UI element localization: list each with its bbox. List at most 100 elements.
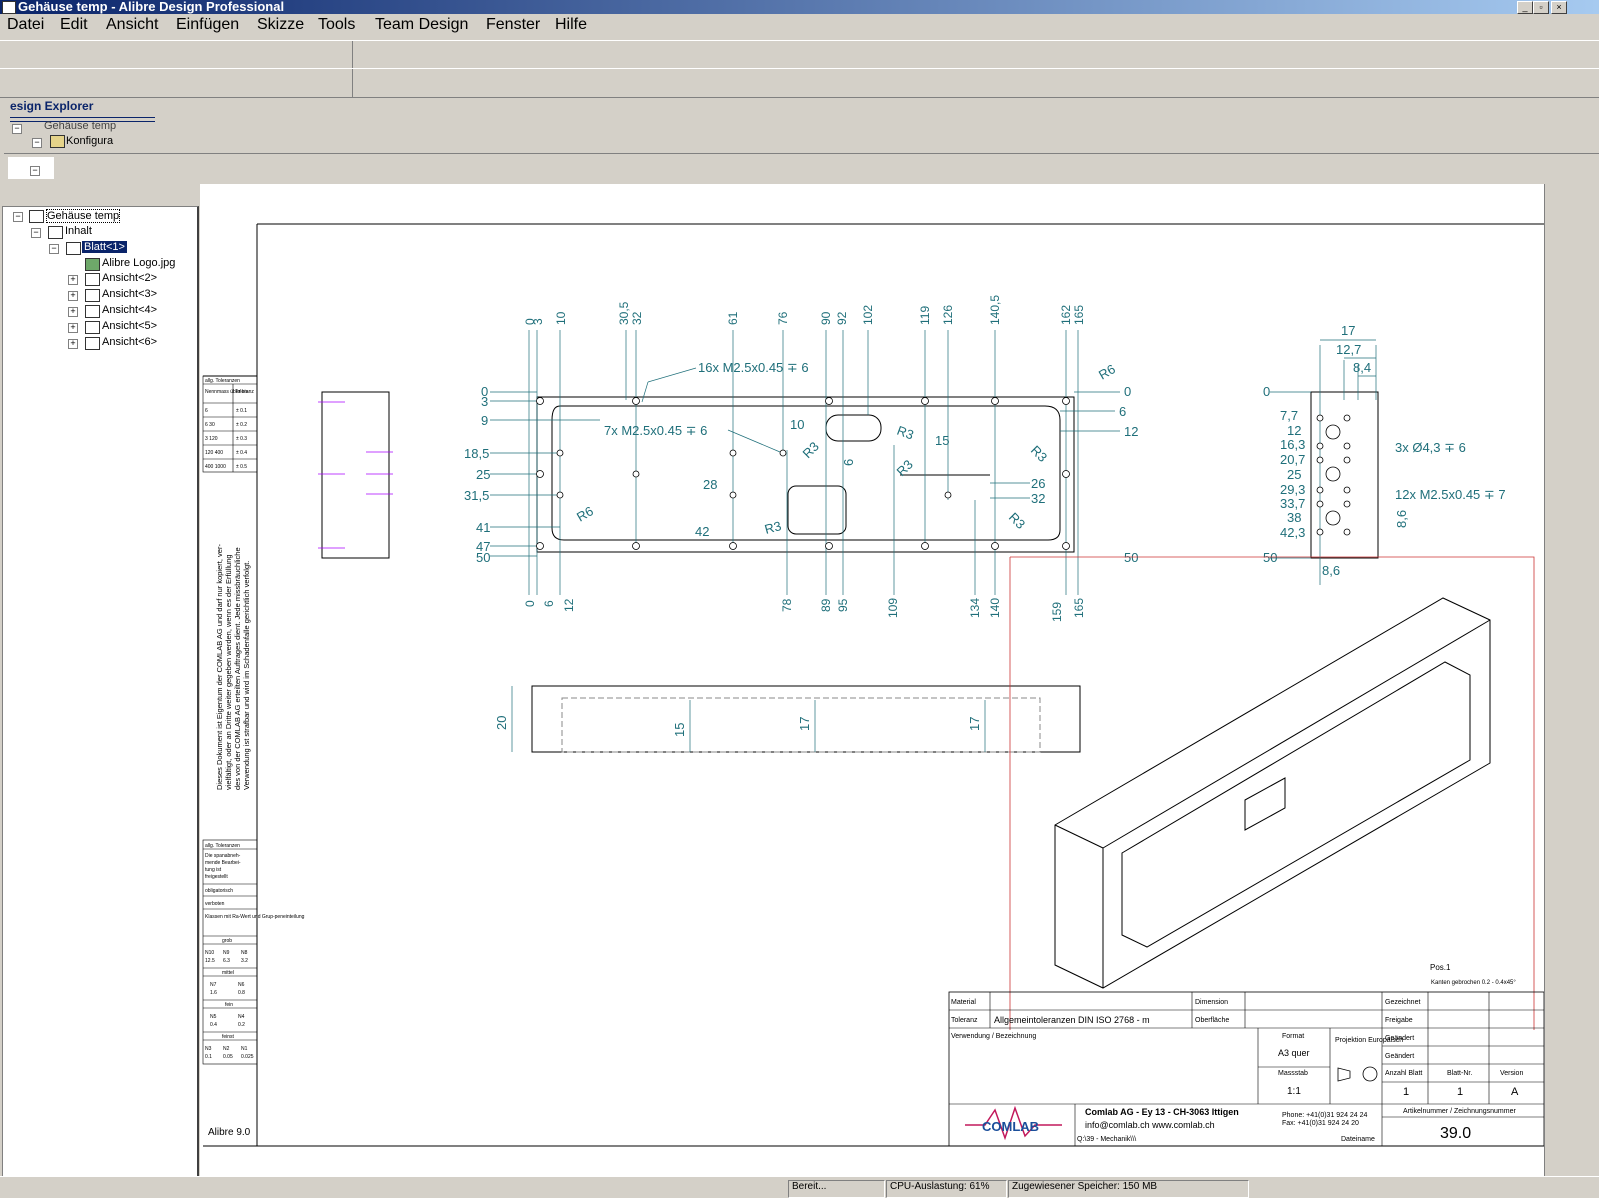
vertical-scrollbar[interactable] xyxy=(1544,184,1567,1176)
tb-format-val: A3 quer xyxy=(1278,1048,1310,1058)
surface-g4-av: 0.1 xyxy=(205,1054,212,1060)
expand-view-4[interactable]: + xyxy=(68,307,78,317)
dim-right-0: 0 xyxy=(1124,384,1131,399)
dim-top-76: 76 xyxy=(776,311,790,325)
surface-g3-a: N5 xyxy=(210,1014,217,1020)
projection-symbol-icon xyxy=(1362,1066,1378,1082)
tb-geaendert-1: Geändert xyxy=(1385,1035,1414,1042)
surface-g1-av: 12.5 xyxy=(205,958,215,964)
surface-g4-bv: 0.05 xyxy=(223,1054,233,1060)
mini-config-label[interactable]: Konfigura xyxy=(66,135,113,147)
mini-panel: − xyxy=(8,157,54,179)
dim-top-90: 90 xyxy=(819,311,833,325)
menu-edit[interactable]: Edit xyxy=(60,16,88,34)
view-icon xyxy=(85,305,100,318)
radius-r3-6: R3 xyxy=(763,518,783,537)
expand-root[interactable]: − xyxy=(13,212,23,222)
side-dim-8-6-v: 8,6 xyxy=(1394,510,1409,528)
radius-r3-3: R3 xyxy=(894,457,916,479)
menu-datei[interactable]: Datei xyxy=(7,16,44,34)
drawing-sheet: allg. Toleranzen Nennmass über bis Toler… xyxy=(202,223,1545,1147)
side-dim-29-3: 29,3 xyxy=(1280,482,1305,497)
side-dim-8-4: 8,4 xyxy=(1353,360,1371,375)
surface-g1-bv: 6.3 xyxy=(223,958,230,964)
dim-slot-10: 10 xyxy=(790,417,804,432)
drawing-canvas[interactable]: allg. Toleranzen Nennmass über bis Toler… xyxy=(200,184,1545,1176)
front-dim-15: 15 xyxy=(672,723,687,737)
tb-artikel: Artikelnummer / Zeichnungsnummer xyxy=(1403,1108,1516,1115)
menu-team-design[interactable]: Team Design xyxy=(375,16,468,34)
tree-content[interactable]: Inhalt xyxy=(65,225,92,237)
dim-left-50: 50 xyxy=(476,550,490,565)
tol-row-5-range: 400 1000 xyxy=(205,464,226,470)
tree-view-3[interactable]: Ansicht<3> xyxy=(102,288,157,300)
menu-einfuegen[interactable]: Einfügen xyxy=(176,16,239,34)
mini-root-label[interactable]: Gehäuse temp xyxy=(44,120,116,132)
minimize-button[interactable]: _ xyxy=(1517,1,1533,14)
mini-expand-root[interactable]: − xyxy=(12,124,22,134)
expand-view-2[interactable]: + xyxy=(68,275,78,285)
side-dim-12-7: 12,7 xyxy=(1336,342,1361,357)
tol-row-4-val: ± 0.4 xyxy=(236,450,247,456)
dim-bot-78: 78 xyxy=(780,598,794,612)
disclaimer-line-3: des von der COMLAB AG erteilten Auftrage… xyxy=(233,547,242,790)
tree-view-6[interactable]: Ansicht<6> xyxy=(102,336,157,348)
tb-path: Q:\39 - Mechanik\\\ xyxy=(1077,1136,1136,1143)
tb-email: info@comlab.ch www.comlab.ch xyxy=(1085,1120,1215,1130)
mini-expand-config[interactable]: − xyxy=(32,138,42,148)
surface-title: allg. Toleranzen xyxy=(205,843,240,849)
dim-top-61: 61 xyxy=(726,311,740,325)
tol-row-2-range: 6 30 xyxy=(205,422,215,428)
surface-g1: grob xyxy=(222,938,232,944)
expand-sheet[interactable]: − xyxy=(49,244,59,254)
tree-view-5[interactable]: Ansicht<5> xyxy=(102,320,157,332)
front-dim-17-a: 17 xyxy=(797,717,812,731)
menu-skizze[interactable]: Skizze xyxy=(257,16,304,34)
tb-geaendert-2: Geändert xyxy=(1385,1053,1414,1060)
tb-version: Version xyxy=(1500,1070,1523,1077)
sheet-icon xyxy=(66,242,81,255)
surface-g1-a: N10 xyxy=(205,950,214,956)
dim-42: 42 xyxy=(695,524,709,539)
tree-root[interactable]: Gehäuse temp xyxy=(46,209,121,223)
status-bar: Bereit... CPU-Auslastung: 61% Zugewiesen… xyxy=(0,1176,1599,1198)
tree-sheet[interactable]: Blatt<1> xyxy=(82,241,127,253)
dim-right-26: 26 xyxy=(1031,476,1045,491)
expand-content[interactable]: − xyxy=(31,228,41,238)
dim-top-126: 126 xyxy=(941,305,955,325)
menu-fenster[interactable]: Fenster xyxy=(486,16,540,34)
dim-28: 28 xyxy=(703,477,717,492)
tree-logo[interactable]: Alibre Logo.jpg xyxy=(102,257,175,269)
toolbar-row-2 xyxy=(0,68,1599,98)
side-dim-0: 0 xyxy=(1263,384,1270,399)
tol-row-1-range: 6 xyxy=(205,408,208,414)
tb-blatt: Blatt-Nr. xyxy=(1447,1070,1472,1077)
projection-cone-icon xyxy=(1337,1067,1351,1082)
mini-expand-2[interactable]: − xyxy=(30,166,40,176)
expand-view-5[interactable]: + xyxy=(68,323,78,333)
status-cpu: CPU-Auslastung: 61% xyxy=(886,1180,1007,1198)
tb-dimension: Dimension xyxy=(1195,999,1228,1006)
dim-left-9: 9 xyxy=(481,413,488,428)
dim-left-31-5: 31,5 xyxy=(464,488,489,503)
tree-view-4[interactable]: Ansicht<4> xyxy=(102,304,157,316)
app-icon xyxy=(2,1,16,14)
disclaimer-line-1: Dieses Dokument ist Eigentum der COMLAB … xyxy=(215,544,224,790)
menu-ansicht[interactable]: Ansicht xyxy=(106,16,158,34)
expand-view-3[interactable]: + xyxy=(68,291,78,301)
menu-tools[interactable]: Tools xyxy=(318,16,355,34)
surface-line-3: tung ist xyxy=(205,867,222,873)
close-button[interactable]: × xyxy=(1551,1,1567,14)
dim-top-32: 32 xyxy=(630,311,644,325)
tb-verwendung: Verwendung / Bezeichnung xyxy=(951,1033,1036,1040)
dim-left-25: 25 xyxy=(476,467,490,482)
tree-view-2[interactable]: Ansicht<2> xyxy=(102,272,157,284)
restore-button[interactable]: ▫ xyxy=(1533,1,1549,14)
menu-hilfe[interactable]: Hilfe xyxy=(555,16,587,34)
tb-blatt-val: 1 xyxy=(1457,1086,1463,1098)
dim-top-30-5: 30,5 xyxy=(617,301,631,325)
expand-view-6[interactable]: + xyxy=(68,339,78,349)
edges-note: Kanten gebrochen 0.2 - 0.4x45° xyxy=(1431,980,1516,986)
dim-right-32: 32 xyxy=(1031,491,1045,506)
radius-r6-bottom: R6 xyxy=(574,503,596,524)
